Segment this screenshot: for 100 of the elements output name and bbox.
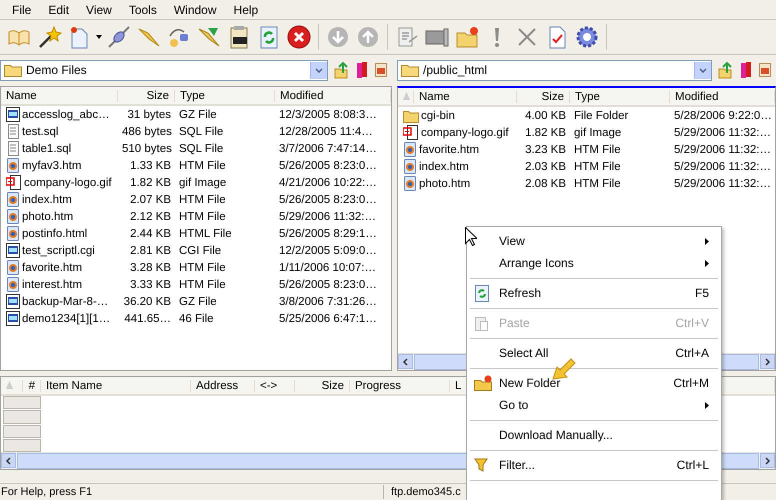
- file-type: HTM File: [178, 262, 227, 274]
- menu-item[interactable]: Window: [166, 2, 226, 16]
- web-page-icon: [6, 158, 20, 173]
- file-size: 486 bytes: [121, 126, 173, 138]
- menu-item[interactable]: Select All Ctrl+A: [467, 342, 721, 364]
- file-size: 2.44 KB: [129, 228, 172, 240]
- menu-item[interactable]: Filter... Ctrl+L: [467, 454, 721, 476]
- file-type: HTM File: [178, 160, 227, 172]
- file-name[interactable]: test_scriptl.cgi: [1, 243, 118, 258]
- archive-file-icon: [6, 243, 20, 258]
- image-file-icon: [403, 125, 419, 140]
- file-name[interactable]: favorite.htm: [1, 260, 118, 275]
- up-folder-icon[interactable]: [718, 61, 734, 79]
- row-header[interactable]: [3, 424, 41, 438]
- column-header[interactable]: Size: [517, 90, 570, 102]
- menu-item[interactable]: Go to: [467, 394, 721, 416]
- bookmark-icon[interactable]: [356, 61, 368, 79]
- file-type: CGI File: [178, 244, 222, 256]
- file-name[interactable]: index.htm: [398, 159, 517, 174]
- column-header[interactable]: <->: [255, 380, 295, 392]
- file-type: gif Image: [573, 126, 622, 138]
- column-header[interactable]: Modified: [275, 90, 391, 102]
- file-name[interactable]: demo1234[1][1…: [1, 311, 118, 326]
- row-header[interactable]: [3, 438, 41, 452]
- file-name[interactable]: table1.sql: [1, 141, 118, 156]
- modified-date: 5/26/2005 8:23:0…: [278, 194, 378, 206]
- modified-date: 5/26/2005 8:23:0…: [278, 160, 378, 172]
- file-name[interactable]: favorite.htm: [398, 142, 517, 157]
- file-name[interactable]: test.sql: [1, 124, 118, 139]
- server-address: ftp.demo345.c: [390, 486, 461, 498]
- column-header[interactable]: Size: [295, 380, 350, 392]
- web-page-icon: [403, 159, 417, 174]
- menu-item[interactable]: Download Manually...: [467, 424, 721, 446]
- menu-item[interactable]: View: [78, 2, 121, 16]
- menu-item[interactable]: Help: [226, 2, 268, 16]
- file-size: 1.33 KB: [129, 160, 172, 172]
- column-header[interactable]: Item Name: [41, 380, 191, 392]
- menu-item[interactable]: New Folder Ctrl+M: [467, 372, 721, 394]
- page-icon[interactable]: [758, 62, 772, 78]
- column-header[interactable]: Type: [175, 90, 275, 102]
- menu-item[interactable]: File: [4, 2, 40, 16]
- modified-date: 5/29/2006 11:32:…: [278, 210, 377, 222]
- file-name[interactable]: interest.htm: [1, 277, 118, 292]
- file-name[interactable]: photo.htm: [1, 209, 118, 224]
- column-header[interactable]: #: [23, 380, 41, 392]
- path-combo-box[interactable]: /public_html: [397, 60, 712, 80]
- file-name[interactable]: postinfo.html: [1, 226, 118, 241]
- settings-icon[interactable]: [574, 24, 600, 50]
- column-header[interactable]: Name: [1, 90, 118, 102]
- dropdown-arrow-icon[interactable]: [96, 35, 102, 39]
- file-size: 2.07 KB: [129, 194, 172, 206]
- file-type: HTM File: [178, 194, 227, 206]
- menu-item[interactable]: Arrange Icons: [467, 252, 721, 274]
- new-folder-icon[interactable]: [454, 24, 480, 50]
- web-page-icon: [403, 142, 417, 157]
- file-name[interactable]: backup-Mar-8-…: [1, 294, 118, 309]
- file-name[interactable]: company-logo.gif: [398, 125, 517, 140]
- archive-file-icon: [6, 311, 20, 326]
- file-type: HTM File: [178, 210, 227, 222]
- file-type: GZ File: [178, 108, 218, 120]
- path-combo-box[interactable]: Demo Files: [0, 60, 328, 80]
- file-type: HTM File: [573, 178, 622, 190]
- file-name[interactable]: cgi-bin: [398, 108, 517, 122]
- column-header[interactable]: Progress: [350, 380, 450, 392]
- column-header[interactable]: Address: [191, 380, 255, 392]
- up-folder-icon[interactable]: [334, 61, 350, 79]
- row-header[interactable]: [3, 396, 41, 410]
- menu-item[interactable]: Refresh F5: [467, 282, 721, 304]
- menu-item[interactable]: Tools: [120, 2, 166, 16]
- file-size: 2.03 KB: [524, 160, 567, 172]
- modified-date: 5/29/2006 11:32:…: [673, 126, 772, 138]
- file-type: File Folder: [573, 110, 630, 122]
- stop-icon[interactable]: [286, 24, 312, 50]
- clipboard-icon: [474, 315, 488, 331]
- folder-icon: [401, 63, 419, 77]
- file-name[interactable]: accesslog_abc…: [1, 107, 118, 122]
- connect-icon[interactable]: [106, 24, 132, 50]
- modified-date: 1/11/2006 10:07:…: [278, 262, 377, 274]
- modified-date: 4/21/2006 10:22:…: [278, 176, 378, 188]
- modified-date: 5/29/2006 11:32:…: [673, 144, 772, 156]
- row-header[interactable]: [3, 410, 41, 424]
- menu-item[interactable]: Edit: [40, 2, 78, 16]
- column-header[interactable]: Name: [414, 90, 517, 102]
- page-icon[interactable]: [374, 62, 388, 78]
- file-type: 46 File: [178, 312, 215, 324]
- bookmark-icon[interactable]: [740, 61, 752, 79]
- file-name[interactable]: myfav3.htm: [1, 158, 118, 173]
- modified-date: 3/7/2006 7:47:14…: [278, 142, 378, 154]
- modified-date: 5/25/2006 6:47:1…: [278, 312, 378, 324]
- file-type: GZ File: [178, 296, 218, 308]
- file-type: HTML File: [178, 228, 233, 240]
- column-header[interactable]: Type: [570, 90, 670, 102]
- file-name[interactable]: photo.htm: [398, 176, 517, 191]
- column-header[interactable]: Modified: [670, 90, 775, 102]
- column-header[interactable]: Size: [118, 90, 175, 102]
- web-page-icon: [403, 176, 417, 191]
- web-page-icon: [6, 277, 20, 292]
- filter-icon: [474, 457, 488, 473]
- file-name[interactable]: company-logo.gif: [1, 175, 118, 190]
- file-name[interactable]: index.htm: [1, 192, 118, 207]
